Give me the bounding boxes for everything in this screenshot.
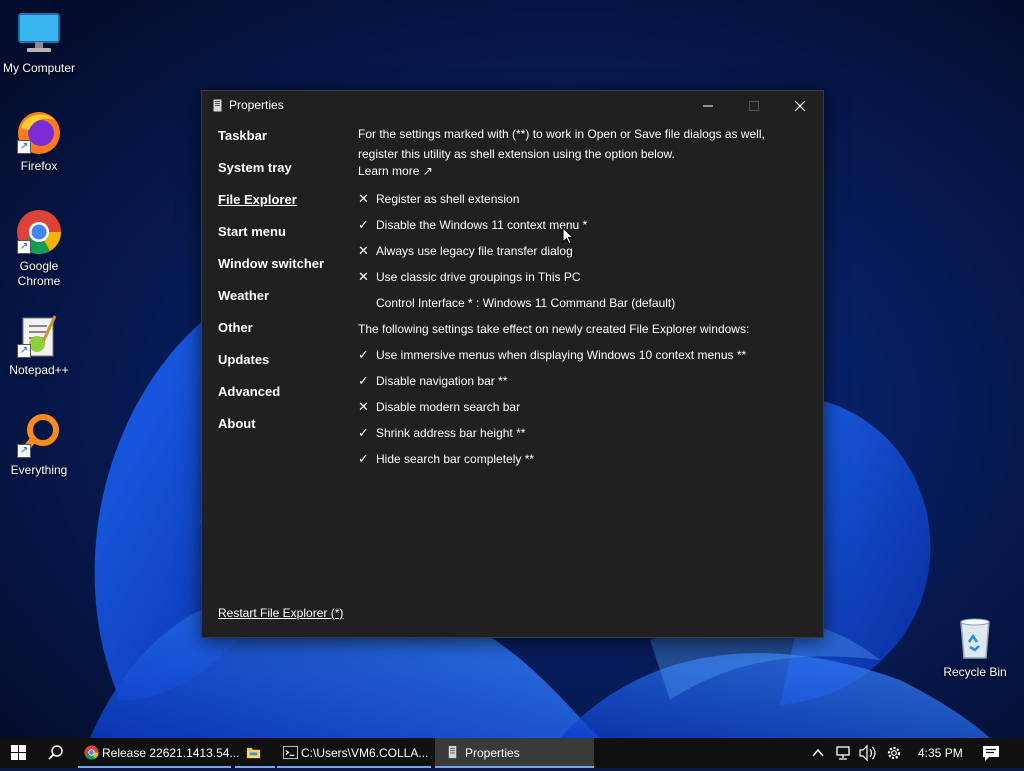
check-icon: ✓ bbox=[358, 451, 369, 466]
desktop-icon-recycle-bin[interactable]: Recycle Bin bbox=[936, 614, 1014, 680]
option-legacy-file-transfer[interactable]: ✕ Always use legacy file transfer dialog bbox=[358, 241, 573, 261]
option-label: Always use legacy file transfer dialog bbox=[376, 244, 573, 258]
cross-icon: ✕ bbox=[358, 399, 369, 414]
gear-icon bbox=[887, 746, 901, 760]
option-disable-navigation-bar[interactable]: ✓ Disable navigation bar ** bbox=[358, 371, 507, 391]
taskbar-app-chrome[interactable]: Release 22621.1413.54... bbox=[78, 738, 239, 768]
check-icon: ✓ bbox=[358, 373, 369, 388]
maximize-button[interactable] bbox=[731, 91, 777, 121]
recycle-bin-icon bbox=[960, 618, 990, 659]
cross-icon: ✕ bbox=[358, 269, 369, 284]
section-note: The following settings take effect on ne… bbox=[358, 322, 750, 336]
close-button[interactable] bbox=[777, 91, 823, 121]
nav-start-menu[interactable]: Start menu bbox=[218, 224, 286, 239]
desktop-icon-firefox[interactable]: ↗ Firefox bbox=[0, 108, 78, 174]
document-icon bbox=[448, 745, 457, 759]
intro-text: For the settings marked with (**) to wor… bbox=[358, 127, 765, 161]
nav-updates[interactable]: Updates bbox=[218, 352, 269, 367]
desktop-icon-my-computer[interactable]: My Computer bbox=[0, 10, 78, 76]
check-icon: ✓ bbox=[358, 217, 369, 232]
mouse-cursor-icon bbox=[562, 227, 574, 245]
option-label: Use immersive menus when displaying Wind… bbox=[376, 348, 747, 362]
notifications-button[interactable] bbox=[978, 738, 1004, 768]
nav-weather[interactable]: Weather bbox=[218, 288, 269, 303]
volume-button[interactable] bbox=[856, 738, 878, 768]
taskbar-app-label: Properties bbox=[465, 746, 520, 760]
option-disable-modern-search-bar[interactable]: ✕ Disable modern search bar bbox=[358, 397, 520, 417]
start-button[interactable] bbox=[0, 738, 38, 768]
option-label: Shrink address bar height ** bbox=[376, 426, 526, 440]
nav-advanced[interactable]: Advanced bbox=[218, 384, 280, 399]
desktop-icon-notepad-plus-plus[interactable]: ↗ Notepad++ bbox=[0, 312, 78, 378]
nav-system-tray[interactable]: System tray bbox=[218, 160, 292, 175]
taskbar: Release 22621.1413.54... C:\Users\VM6.CO… bbox=[0, 738, 1024, 768]
chevron-up-icon bbox=[812, 748, 824, 757]
minimize-icon bbox=[703, 105, 713, 107]
option-shrink-address-bar[interactable]: ✓ Shrink address bar height ** bbox=[358, 423, 525, 443]
desktop-icon-label: My Computer bbox=[2, 61, 76, 75]
desktop-icon-label: Google Chrome bbox=[17, 259, 61, 288]
nav-file-explorer[interactable]: File Explorer bbox=[218, 192, 297, 207]
desktop-icon-label: Notepad++ bbox=[9, 363, 69, 377]
shortcut-arrow-icon: ↗ bbox=[17, 444, 31, 458]
nav-other[interactable]: Other bbox=[218, 320, 253, 335]
cross-icon: ✕ bbox=[358, 191, 369, 206]
option-register-shell-extension[interactable]: ✕ Register as shell extension bbox=[358, 189, 519, 209]
check-icon: ✓ bbox=[358, 347, 369, 362]
clock[interactable]: 4:35 PM bbox=[912, 738, 968, 768]
clock-time: 4:35 PM bbox=[918, 746, 963, 760]
option-label: Disable modern search bar bbox=[376, 400, 521, 414]
close-icon bbox=[794, 100, 806, 112]
taskbar-app-command-prompt[interactable]: C:\Users\VM6.COLLA... bbox=[277, 738, 431, 768]
monitor-icon bbox=[18, 13, 60, 52]
option-hide-search-bar[interactable]: ✓ Hide search bar completely ** bbox=[358, 449, 534, 469]
windows-logo-icon bbox=[11, 745, 26, 760]
minimize-button[interactable] bbox=[685, 91, 731, 121]
option-label: Hide search bar completely ** bbox=[376, 452, 535, 466]
search-icon bbox=[48, 745, 63, 760]
nav-about[interactable]: About bbox=[218, 416, 256, 431]
desktop-icon-everything[interactable]: ↗ Everything bbox=[0, 412, 78, 478]
folder-icon bbox=[246, 747, 261, 759]
desktop-icon-google-chrome[interactable]: ↗ Google Chrome bbox=[0, 208, 78, 289]
shortcut-arrow-icon: ↗ bbox=[17, 240, 31, 254]
search-button[interactable] bbox=[38, 738, 74, 768]
document-icon bbox=[213, 99, 222, 112]
taskbar-app-label: C:\Users\VM6.COLLA... bbox=[301, 746, 429, 760]
cross-icon: ✕ bbox=[358, 243, 369, 258]
control-interface-selector[interactable]: Control Interface * : Windows 11 Command… bbox=[376, 293, 675, 313]
option-label: Use classic drive groupings in This PC bbox=[376, 270, 581, 284]
chrome-icon bbox=[84, 745, 99, 760]
taskbar-app-label: Release 22621.1413.54... bbox=[102, 746, 240, 760]
taskbar-app-file-explorer[interactable] bbox=[235, 738, 275, 768]
desktop-icon-label: Firefox bbox=[20, 159, 58, 173]
option-immersive-menus[interactable]: ✓ Use immersive menus when displaying Win… bbox=[358, 345, 746, 365]
option-label: Disable the Windows 11 context menu * bbox=[376, 218, 588, 232]
option-label: Register as shell extension bbox=[376, 192, 520, 206]
restart-file-explorer-link[interactable]: Restart File Explorer (*) bbox=[218, 606, 343, 620]
network-button[interactable] bbox=[832, 738, 854, 768]
option-classic-drive-groupings[interactable]: ✕ Use classic drive groupings in This PC bbox=[358, 267, 581, 287]
settings-button[interactable] bbox=[882, 738, 906, 768]
shortcut-arrow-icon: ↗ bbox=[17, 344, 31, 358]
network-icon bbox=[836, 746, 850, 760]
option-label: Disable navigation bar ** bbox=[376, 374, 508, 388]
maximize-icon bbox=[749, 101, 759, 111]
properties-window[interactable]: Properties Taskbar System tray File Expl… bbox=[201, 90, 824, 638]
learn-more-link[interactable]: Learn more ↗ bbox=[358, 164, 433, 178]
desktop-icon-label: Recycle Bin bbox=[943, 665, 1007, 679]
notification-icon bbox=[983, 746, 999, 761]
taskbar-app-properties[interactable]: Properties bbox=[435, 738, 594, 768]
check-icon: ✓ bbox=[358, 425, 369, 440]
console-icon bbox=[283, 745, 298, 760]
window-title: Properties bbox=[229, 98, 284, 112]
nav-window-switcher[interactable]: Window switcher bbox=[218, 256, 324, 271]
title-bar[interactable]: Properties bbox=[202, 91, 823, 121]
desktop-icon-label: Everything bbox=[10, 463, 68, 477]
speaker-icon bbox=[859, 744, 876, 762]
show-hidden-icons-button[interactable] bbox=[808, 738, 828, 768]
nav-taskbar[interactable]: Taskbar bbox=[218, 128, 267, 143]
option-disable-context-menu[interactable]: ✓ Disable the Windows 11 context menu * bbox=[358, 215, 587, 235]
shortcut-arrow-icon: ↗ bbox=[17, 140, 31, 154]
